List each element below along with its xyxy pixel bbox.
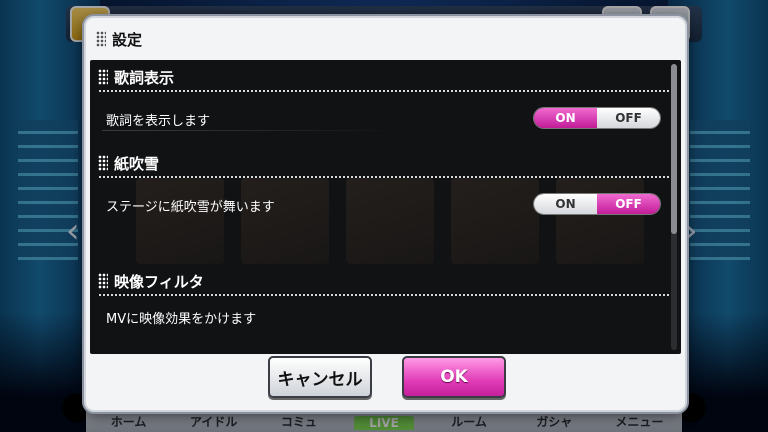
grip-icon (98, 273, 108, 289)
section-header-lyrics: 歌詞表示 (98, 64, 174, 90)
settings-panel[interactable]: 歌詞表示 歌詞を表示します ON OFF 紙吹雪 ステージに紙吹雪が舞います O… (90, 60, 681, 354)
background-cards (136, 178, 656, 264)
lyrics-toggle[interactable]: ON OFF (533, 107, 661, 129)
section-title: 紙吹雪 (114, 154, 160, 173)
grip-icon (96, 31, 106, 47)
dialog-header: 設定 (86, 18, 685, 60)
row-divider (102, 130, 402, 131)
ok-button[interactable]: OK (402, 356, 506, 398)
scrollbar[interactable] (671, 64, 677, 350)
background-card (346, 178, 434, 264)
scrollbar-thumb[interactable] (671, 64, 677, 234)
section-header-confetti: 紙吹雪 (98, 150, 159, 176)
setting-description: ステージに紙吹雪が舞います (106, 200, 275, 215)
toggle-off-option[interactable]: OFF (597, 108, 660, 128)
section-title: 映像フィルタ (114, 272, 204, 291)
toggle-on-option[interactable]: ON (534, 108, 597, 128)
background-card (136, 178, 224, 264)
grip-icon (98, 69, 108, 85)
section-title: 歌詞表示 (114, 68, 175, 87)
confetti-toggle[interactable]: ON OFF (533, 193, 661, 215)
section-divider (98, 294, 669, 296)
background-card (556, 178, 644, 264)
dialog-title: 設定 (112, 30, 143, 49)
setting-description: 歌詞を表示します (106, 114, 211, 129)
setting-description: MVに映像効果をかけます (106, 312, 257, 327)
background-card (241, 178, 329, 264)
toggle-on-option[interactable]: ON (534, 194, 597, 214)
grip-icon (98, 155, 108, 171)
section-divider (98, 176, 669, 178)
cancel-button[interactable]: キャンセル (268, 356, 372, 398)
settings-dialog: 設定 歌詞表示 歌詞を表示します ON OFF 紙吹雪 ステージに紙吹雪が舞いま… (84, 16, 687, 412)
section-divider (98, 90, 669, 92)
toggle-off-option[interactable]: OFF (597, 194, 660, 214)
background-card (451, 178, 539, 264)
section-header-video-filter: 映像フィルタ (98, 268, 204, 294)
